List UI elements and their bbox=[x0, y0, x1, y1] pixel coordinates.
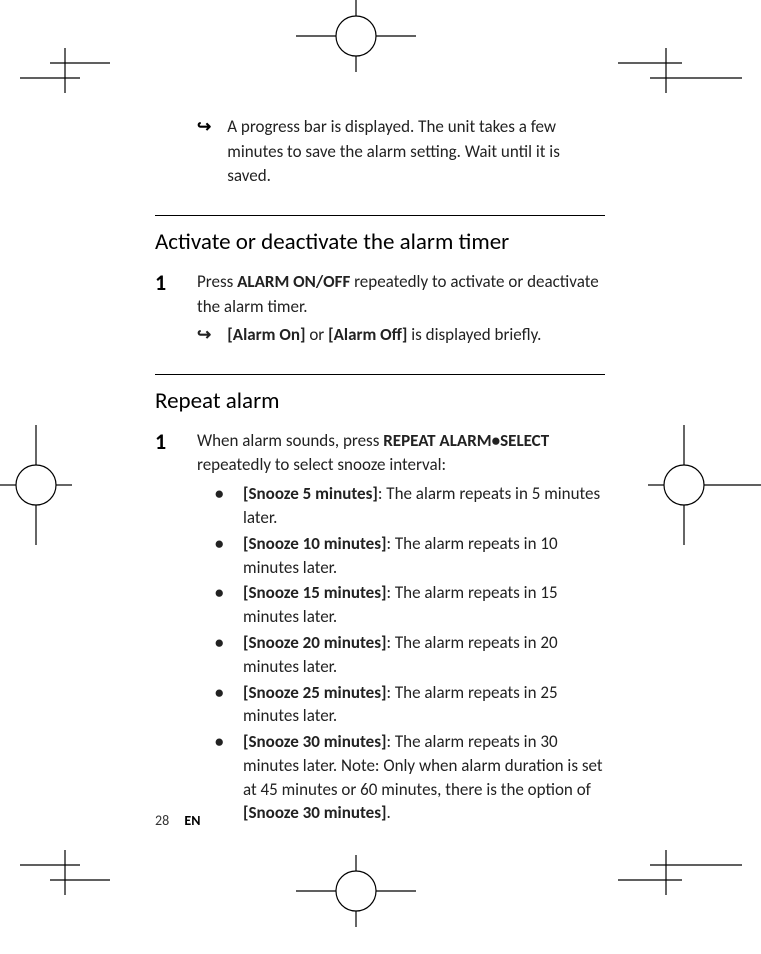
intro-result-text: A progress bar is displayed. The unit ta… bbox=[227, 115, 605, 189]
page-language: EN bbox=[184, 812, 200, 829]
step-text-pre: Press bbox=[197, 271, 237, 292]
bullet-label: [Snooze 5 minutes] bbox=[243, 483, 378, 504]
regmark-left bbox=[0, 425, 72, 545]
section2-heading: Repeat alarm bbox=[155, 387, 605, 415]
result-arrow-icon: ↪ bbox=[197, 323, 211, 348]
section1-result: ↪ [Alarm On] or [Alarm Off] is displayed… bbox=[197, 323, 605, 348]
step-text-bold: REPEAT ALARM•SELECT bbox=[383, 430, 549, 451]
list-item: [Snooze 30 minutes]: The alarm repeats i… bbox=[215, 730, 605, 825]
section2-step: 1 When alarm sounds, press REPEAT ALARM•… bbox=[155, 429, 605, 827]
list-item: [Snooze 15 minutes]: The alarm repeats i… bbox=[215, 581, 605, 629]
section-divider bbox=[155, 374, 605, 375]
result-arrow-icon: ↪ bbox=[197, 115, 211, 189]
section-divider bbox=[155, 215, 605, 216]
result-post: is displayed briefly. bbox=[407, 324, 541, 345]
result-bold-1: [Alarm On] bbox=[227, 324, 305, 345]
bullet-desc-bold: [Snooze 30 minutes] bbox=[243, 802, 387, 823]
page-number: 28 bbox=[155, 812, 169, 829]
cropmark-top-left bbox=[20, 48, 110, 108]
bullet-label: [Snooze 15 minutes] bbox=[243, 582, 387, 603]
regmark-top bbox=[296, 0, 416, 72]
bullet-desc-post: . bbox=[387, 802, 391, 823]
result-mid: or bbox=[306, 324, 329, 345]
section1-step: 1 Press ALARM ON/OFF repeatedly to activ… bbox=[155, 270, 605, 348]
step-text-bold: ALARM ON/OFF bbox=[237, 271, 350, 292]
bullet-label: [Snooze 30 minutes] bbox=[243, 731, 387, 752]
cropmark-bottom-right bbox=[618, 835, 742, 895]
page-content: ↪ A progress bar is displayed. The unit … bbox=[155, 105, 605, 827]
bullet-label: [Snooze 25 minutes] bbox=[243, 682, 387, 703]
result-bold-2: [Alarm Off] bbox=[328, 324, 407, 345]
page-footer: 28 EN bbox=[155, 812, 200, 829]
list-item: [Snooze 20 minutes]: The alarm repeats i… bbox=[215, 631, 605, 679]
step-text-pre: When alarm sounds, press bbox=[197, 430, 383, 451]
list-item: [Snooze 25 minutes]: The alarm repeats i… bbox=[215, 681, 605, 729]
list-item: [Snooze 10 minutes]: The alarm repeats i… bbox=[215, 532, 605, 580]
list-item: [Snooze 5 minutes]: The alarm repeats in… bbox=[215, 482, 605, 530]
regmark-bottom bbox=[296, 855, 416, 927]
step-text-post: repeatedly to select snooze interval: bbox=[197, 454, 446, 475]
cropmark-top-right bbox=[618, 48, 742, 108]
step-body: When alarm sounds, press REPEAT ALARM•SE… bbox=[197, 429, 605, 827]
result-text: [Alarm On] or [Alarm Off] is displayed b… bbox=[227, 323, 541, 348]
snooze-bullet-list: [Snooze 5 minutes]: The alarm repeats in… bbox=[215, 482, 605, 825]
step-number: 1 bbox=[155, 429, 197, 827]
bullet-label: [Snooze 10 minutes] bbox=[243, 533, 387, 554]
step-number: 1 bbox=[155, 270, 197, 348]
bullet-label: [Snooze 20 minutes] bbox=[243, 632, 387, 653]
regmark-right bbox=[648, 425, 761, 545]
intro-result-block: ↪ A progress bar is displayed. The unit … bbox=[197, 115, 605, 189]
section1-heading: Activate or deactivate the alarm timer bbox=[155, 228, 605, 256]
cropmark-bottom-left bbox=[20, 835, 110, 895]
step-body: Press ALARM ON/OFF repeatedly to activat… bbox=[197, 270, 605, 348]
